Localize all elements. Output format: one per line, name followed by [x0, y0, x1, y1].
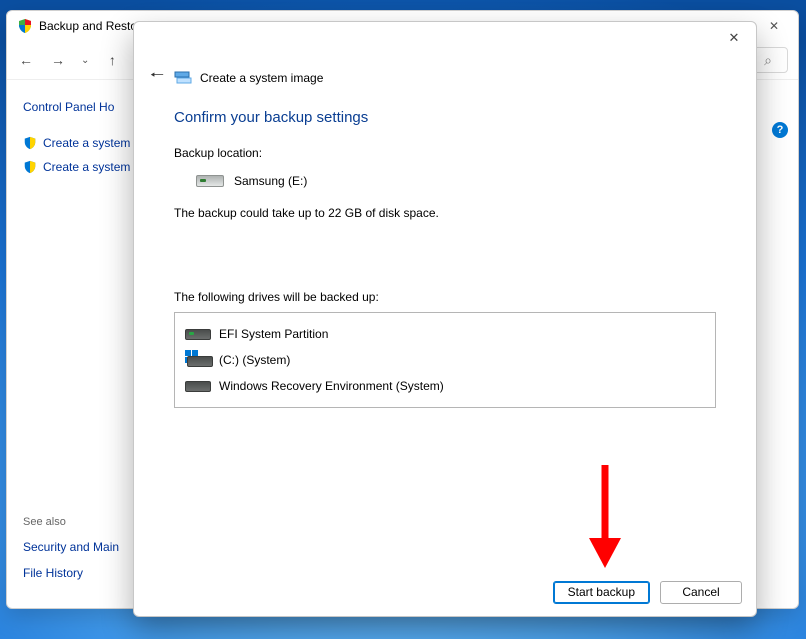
dialog-title-text: Create a system image: [200, 71, 323, 85]
create-system-image-link[interactable]: Create a system i: [23, 136, 151, 150]
drive-row-recovery: Windows Recovery Environment (System): [175, 373, 715, 399]
backup-location-value: Samsung (E:): [234, 174, 307, 188]
dialog-header: 🠐 Create a system image: [134, 54, 756, 97]
create-system-repair-link[interactable]: Create a system re: [23, 160, 151, 174]
drive-row-c: (C:) (System): [175, 347, 715, 373]
dialog-title: Create a system image: [174, 70, 323, 86]
dialog-body: Confirm your backup settings Backup loca…: [134, 97, 756, 408]
link-label: Create a system re: [43, 160, 144, 174]
cancel-button[interactable]: Cancel: [660, 581, 742, 604]
dialog-footer: Start backup Cancel: [134, 568, 756, 616]
drive-icon: [185, 381, 211, 392]
backup-location-row: Samsung (E:): [174, 174, 716, 188]
dialog-heading: Confirm your backup settings: [174, 109, 716, 126]
window-close-button[interactable]: ✕: [756, 12, 792, 40]
window-title: Backup and Resto: [13, 18, 137, 34]
see-also-label: See also: [23, 516, 119, 528]
dialog-titlebar: ✕: [134, 22, 756, 54]
computer-icon: [174, 70, 192, 86]
drive-icon: [185, 329, 211, 340]
backup-location-label: Backup location:: [174, 146, 716, 160]
dialog-back-button[interactable]: 🠐: [150, 64, 164, 91]
drive-name: EFI System Partition: [219, 327, 328, 341]
help-button[interactable]: ?: [772, 122, 788, 138]
start-backup-button[interactable]: Start backup: [553, 581, 650, 604]
nav-back-button[interactable]: ←: [17, 52, 35, 68]
shield-icon: [23, 160, 37, 174]
drives-label: The following drives will be backed up:: [174, 290, 716, 304]
drives-list: EFI System Partition (C:) (System) Windo…: [174, 312, 716, 408]
dialog-close-button[interactable]: ✕: [712, 22, 756, 54]
security-maintenance-link[interactable]: Security and Main: [23, 540, 119, 554]
left-rail-bottom: See also Security and Main File History: [23, 516, 119, 592]
drive-icon: [187, 356, 213, 367]
drive-icon: [196, 175, 224, 187]
window-controls: ✕: [756, 12, 792, 40]
drive-name: Windows Recovery Environment (System): [219, 379, 444, 393]
link-label: Create a system i: [43, 136, 136, 150]
nav-forward-button[interactable]: →: [49, 52, 67, 68]
nav-history-dropdown[interactable]: ⌄: [81, 55, 89, 66]
create-system-image-dialog: ✕ 🠐 Create a system image Confirm your b…: [133, 21, 757, 617]
drive-name: (C:) (System): [219, 353, 290, 367]
search-icon: ⌕: [764, 52, 772, 69]
shield-icon: [17, 18, 33, 34]
drive-row-efi: EFI System Partition: [175, 321, 715, 347]
nav-up-button[interactable]: ↑: [103, 52, 121, 68]
file-history-link[interactable]: File History: [23, 566, 119, 580]
control-panel-home-link[interactable]: Control Panel Ho: [23, 100, 151, 114]
backup-size-estimate: The backup could take up to 22 GB of dis…: [174, 206, 716, 220]
window-title-text: Backup and Resto: [39, 19, 137, 33]
shield-icon: [23, 136, 37, 150]
